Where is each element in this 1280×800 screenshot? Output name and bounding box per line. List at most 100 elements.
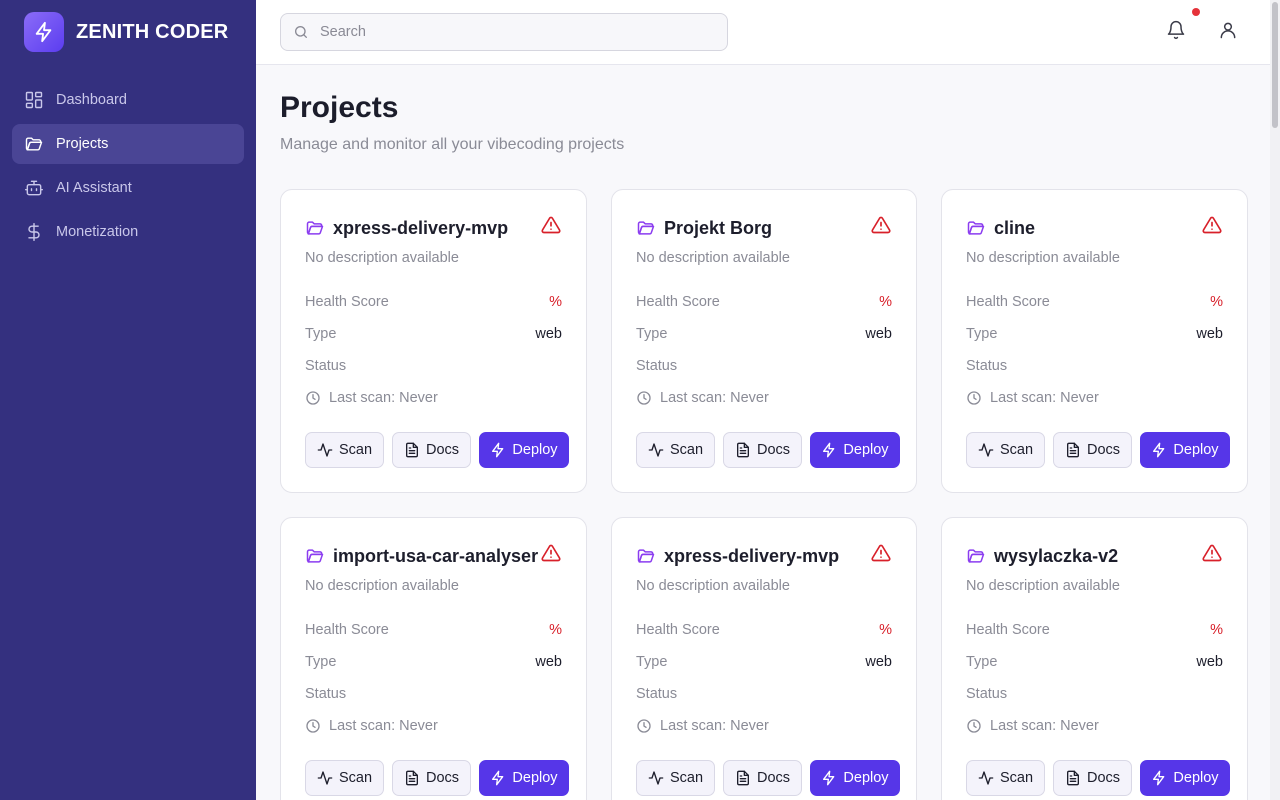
activity-icon — [978, 770, 994, 786]
project-description: No description available — [636, 578, 790, 594]
warning-icon — [870, 542, 892, 564]
lightning-icon — [821, 770, 837, 786]
project-card[interactable]: import-usa-car-analyser No description a… — [280, 517, 587, 800]
project-description: No description available — [966, 578, 1120, 594]
last-scan-text: Last scan: Never — [329, 390, 438, 406]
deploy-button[interactable]: Deploy — [1140, 760, 1230, 796]
project-description: No description available — [636, 250, 790, 266]
scan-button[interactable]: Scan — [636, 432, 715, 468]
deploy-button[interactable]: Deploy — [479, 760, 569, 796]
activity-icon — [317, 442, 333, 458]
page-scrollbar[interactable] — [1270, 0, 1280, 800]
project-description: No description available — [305, 578, 459, 594]
sidebar-item-projects[interactable]: Projects — [12, 124, 244, 164]
last-scan-text: Last scan: Never — [329, 718, 438, 734]
clock-icon — [966, 390, 982, 406]
scan-button[interactable]: Scan — [305, 760, 384, 796]
folder-icon — [636, 218, 656, 238]
sidebar-item-dashboard[interactable]: Dashboard — [12, 80, 244, 120]
type-value: web — [1196, 326, 1223, 342]
type-value: web — [535, 326, 562, 342]
docs-label: Docs — [425, 770, 460, 786]
docs-button[interactable]: Docs — [1053, 760, 1132, 796]
docs-label: Docs — [425, 442, 460, 458]
project-card[interactable]: xpress-delivery-mvp No description avail… — [280, 189, 587, 493]
folder-icon — [966, 218, 986, 238]
lightning-icon — [1151, 442, 1167, 458]
scan-button[interactable]: Scan — [636, 760, 715, 796]
project-card[interactable]: Projekt Borg No description available He… — [611, 189, 917, 493]
scrollbar-thumb[interactable] — [1272, 2, 1278, 128]
scan-button[interactable]: Scan — [305, 432, 384, 468]
docs-button[interactable]: Docs — [723, 760, 802, 796]
sidebar-item-label: Monetization — [56, 224, 139, 240]
scan-label: Scan — [338, 770, 373, 786]
health-score-value: % — [1210, 294, 1223, 310]
health-score-label: Health Score — [305, 294, 389, 310]
notifications-button[interactable] — [1164, 20, 1188, 44]
bell-icon — [1166, 20, 1186, 45]
search-box[interactable] — [280, 13, 728, 51]
scan-label: Scan — [999, 770, 1034, 786]
docs-button[interactable]: Docs — [392, 760, 471, 796]
project-name[interactable]: import-usa-car-analyser — [333, 546, 538, 567]
scan-button[interactable]: Scan — [966, 760, 1045, 796]
deploy-label: Deploy — [1173, 770, 1219, 786]
type-label: Type — [636, 654, 668, 670]
projects-grid: xpress-delivery-mvp No description avail… — [280, 189, 1248, 800]
scan-label: Scan — [338, 442, 373, 458]
document-icon — [404, 770, 420, 786]
project-card[interactable]: wysylaczka-v2 No description available H… — [941, 517, 1248, 800]
deploy-label: Deploy — [843, 442, 889, 458]
deploy-button[interactable]: Deploy — [810, 760, 900, 796]
type-label: Type — [636, 326, 668, 342]
folder-icon — [305, 218, 325, 238]
clock-icon — [636, 390, 652, 406]
warning-icon — [540, 214, 562, 236]
deploy-button[interactable]: Deploy — [1140, 432, 1230, 468]
scan-button[interactable]: Scan — [966, 432, 1045, 468]
health-score-value: % — [549, 622, 562, 638]
project-name[interactable]: Projekt Borg — [664, 218, 772, 239]
docs-button[interactable]: Docs — [392, 432, 471, 468]
docs-button[interactable]: Docs — [1053, 432, 1132, 468]
clock-icon — [305, 390, 321, 406]
dollar-icon — [24, 222, 44, 242]
lightning-logo-icon — [24, 12, 64, 52]
search-icon — [292, 23, 310, 41]
type-label: Type — [966, 654, 998, 670]
sidebar-item-ai-assistant[interactable]: AI Assistant — [12, 168, 244, 208]
health-score-label: Health Score — [636, 294, 720, 310]
notification-badge — [1192, 8, 1200, 16]
type-label: Type — [305, 326, 337, 342]
search-input[interactable] — [320, 24, 700, 40]
sidebar-item-label: AI Assistant — [56, 180, 132, 196]
deploy-button[interactable]: Deploy — [479, 432, 569, 468]
deploy-button[interactable]: Deploy — [810, 432, 900, 468]
deploy-label: Deploy — [512, 770, 558, 786]
docs-label: Docs — [1086, 770, 1121, 786]
deploy-label: Deploy — [1173, 442, 1219, 458]
project-name[interactable]: cline — [994, 218, 1035, 239]
activity-icon — [978, 442, 994, 458]
folder-icon — [305, 546, 325, 566]
bot-icon — [24, 178, 44, 198]
project-card[interactable]: cline No description available Health Sc… — [941, 189, 1248, 493]
dashboard-icon — [24, 90, 44, 110]
document-icon — [735, 770, 751, 786]
clock-icon — [636, 718, 652, 734]
last-scan-text: Last scan: Never — [990, 390, 1099, 406]
sidebar-item-monetization[interactable]: Monetization — [12, 212, 244, 252]
type-value: web — [865, 654, 892, 670]
project-name[interactable]: xpress-delivery-mvp — [664, 546, 839, 567]
lightning-icon — [821, 442, 837, 458]
brand[interactable]: ZENITH CODER — [24, 12, 228, 52]
scan-label: Scan — [669, 770, 704, 786]
project-name[interactable]: xpress-delivery-mvp — [333, 218, 508, 239]
docs-button[interactable]: Docs — [723, 432, 802, 468]
project-card[interactable]: xpress-delivery-mvp No description avail… — [611, 517, 917, 800]
user-menu-button[interactable] — [1216, 20, 1240, 44]
project-name[interactable]: wysylaczka-v2 — [994, 546, 1118, 567]
deploy-label: Deploy — [843, 770, 889, 786]
folder-icon — [636, 546, 656, 566]
